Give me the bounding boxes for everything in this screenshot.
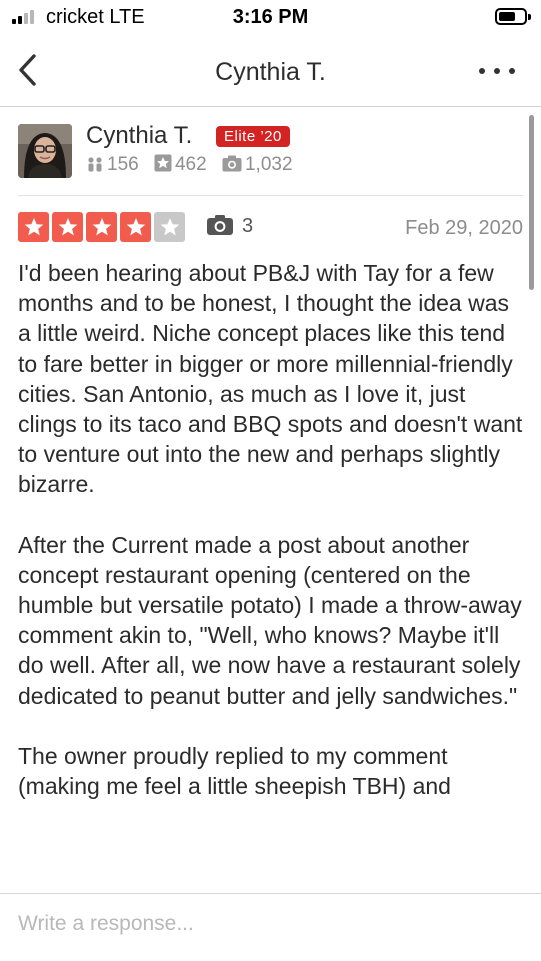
star-filled-icon (52, 212, 83, 242)
battery-icon (495, 8, 531, 25)
response-bar (0, 893, 541, 961)
more-options-button[interactable] (475, 52, 519, 88)
friends-stat: 156 (86, 154, 139, 176)
photos-stat: 1,032 (222, 154, 293, 176)
review-date: Feb 29, 2020 (405, 217, 523, 239)
review-star-icon (154, 154, 172, 172)
star-filled-icon (120, 212, 151, 242)
avatar[interactable] (18, 124, 72, 178)
review-photos-link[interactable]: 3 (206, 214, 253, 238)
review-meta: 3 Feb 29, 2020 (18, 212, 523, 244)
review-paragraph: I'd been hearing about PB&J with Tay for… (18, 260, 523, 498)
friends-icon (88, 157, 102, 172)
review-paragraph: After the Current made a post about anot… (18, 531, 522, 709)
star-filled-icon (86, 212, 117, 242)
star-filled-icon (18, 212, 49, 242)
reviewer-header[interactable]: Cynthia T. Elite ’20 156 462 1,032 (0, 108, 541, 196)
reviewer-stats: 156 462 1,032 (86, 154, 303, 176)
reviews-stat: 462 (154, 154, 207, 176)
star-rating (18, 212, 185, 242)
review-body: I'd been hearing about PB&J with Tay for… (18, 258, 528, 831)
status-bar: cricket LTE 3:16 PM (0, 0, 541, 36)
navigation-bar: Cynthia T. (0, 36, 541, 107)
review-photo-count: 3 (242, 215, 254, 237)
status-time: 3:16 PM (232, 6, 309, 28)
camera-icon (207, 215, 233, 235)
review-paragraph: The owner proudly replied to my comment … (18, 742, 451, 800)
response-input[interactable] (18, 912, 518, 936)
reviews-count: 462 (174, 154, 207, 175)
page-title: Cynthia T. (215, 58, 326, 86)
elite-badge: Elite ’20 (216, 126, 290, 147)
camera-icon (222, 155, 242, 172)
divider (18, 195, 523, 196)
friends-count: 156 (107, 154, 139, 175)
photos-count: 1,032 (244, 154, 293, 175)
star-empty-icon (154, 212, 185, 242)
reviewer-name[interactable]: Cynthia T. (86, 122, 192, 150)
